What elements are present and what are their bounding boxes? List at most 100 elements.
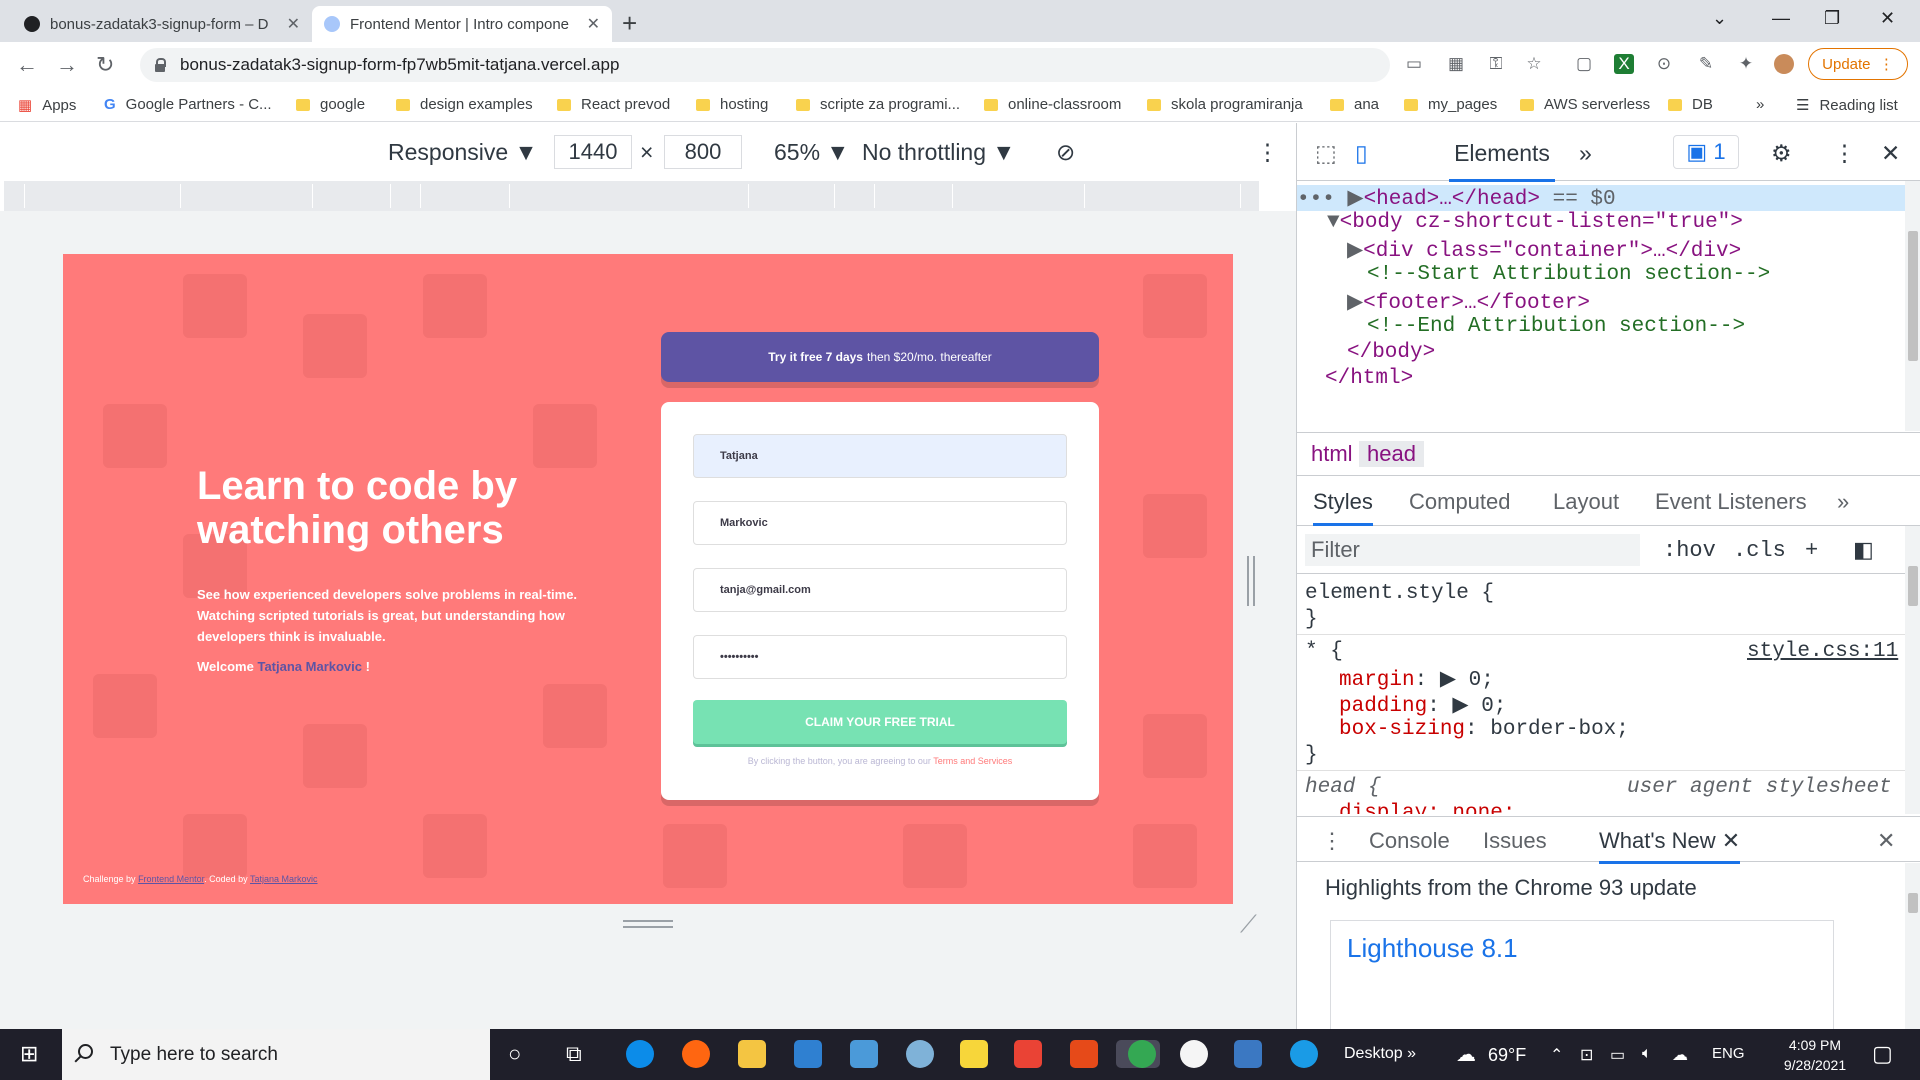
css-property-margin[interactable]: margin: ▶ 0;	[1339, 666, 1494, 692]
settings-gear-icon[interactable]: ⚙	[1771, 140, 1792, 167]
media-query-bar[interactable]	[4, 181, 1259, 211]
close-devtools-icon[interactable]: ✕	[1881, 140, 1900, 167]
gmail-icon[interactable]	[1014, 1040, 1042, 1068]
tab-whats-new[interactable]: What's New ✕	[1599, 828, 1741, 864]
tab-console[interactable]: Console	[1369, 828, 1450, 854]
desktop-toolbar[interactable]: Desktop »	[1344, 1045, 1416, 1063]
styles-scrollbar[interactable]	[1905, 526, 1920, 814]
photos-icon[interactable]	[1234, 1040, 1262, 1068]
maximize-icon[interactable]: ❐	[1824, 8, 1840, 29]
dom-node-html-close[interactable]: </html>	[1325, 367, 1413, 390]
mail-icon[interactable]	[850, 1040, 878, 1068]
rotate-icon[interactable]: ⊘	[1056, 139, 1075, 166]
new-tab-button[interactable]: +	[622, 8, 637, 39]
more-bookmarks-button[interactable]: »	[1756, 96, 1764, 113]
width-input[interactable]: 1440	[554, 135, 632, 169]
issues-badge[interactable]: ▣ 1	[1673, 135, 1739, 169]
bookmark-react-prevod[interactable]: React prevod	[557, 96, 670, 113]
vscode-icon[interactable]	[794, 1040, 822, 1068]
paint-icon[interactable]	[906, 1040, 934, 1068]
file-explorer-icon[interactable]	[738, 1040, 766, 1068]
browser-tab-signup[interactable]: bonus-zadatak3-signup-form – D ✕	[12, 6, 312, 42]
universal-selector[interactable]: * {	[1305, 640, 1343, 663]
css-property-display[interactable]: display: none;	[1339, 802, 1515, 814]
dom-node-footer[interactable]: ▶<footer>…</footer>	[1347, 289, 1590, 315]
frontend-mentor-link[interactable]: Frontend Mentor	[138, 874, 204, 884]
device-select[interactable]: Responsive ▼	[388, 139, 537, 166]
class-toggle[interactable]: .cls	[1733, 538, 1786, 563]
dom-comment-start[interactable]: <!--Start Attribution section-->	[1367, 263, 1770, 286]
device-toggle-icon[interactable]: ▯	[1355, 140, 1368, 167]
bookmark-google-partners[interactable]: G Google Partners - C...	[104, 96, 272, 113]
drawer-scrollbar[interactable]	[1905, 863, 1920, 1029]
height-input[interactable]: 800	[664, 135, 742, 169]
bookmark-my-pages[interactable]: my_pages	[1404, 96, 1497, 113]
skype-icon[interactable]	[1290, 1040, 1318, 1068]
drawer-menu-icon[interactable]: ⋮	[1321, 828, 1343, 854]
tab-elements[interactable]: Elements	[1449, 140, 1555, 182]
email-input[interactable]: tanja@gmail.com	[693, 568, 1067, 612]
tab-event-listeners[interactable]: Event Listeners	[1655, 489, 1807, 515]
extension-icon[interactable]: ▢	[1574, 54, 1594, 74]
tab-search-icon[interactable]: ⌄	[1712, 8, 1727, 29]
head-selector[interactable]: head {	[1305, 776, 1381, 799]
bookmark-scripte[interactable]: scripte za programi...	[796, 96, 960, 113]
bookmark-google[interactable]: google	[296, 96, 365, 113]
devtools-menu-icon[interactable]: ⋮	[1833, 140, 1856, 167]
close-tab-icon[interactable]: ✕	[587, 14, 600, 34]
task-view-icon[interactable]: ⧉	[566, 1041, 582, 1067]
dom-node-body[interactable]: ▼<body cz-shortcut-listen="true">	[1327, 211, 1743, 234]
browser-tab-frontend-mentor[interactable]: Frontend Mentor | Intro compone ✕	[312, 6, 612, 42]
more-style-tabs-button[interactable]: »	[1837, 489, 1849, 515]
forward-icon[interactable]: →	[56, 52, 78, 78]
throttling-select[interactable]: No throttling ▼	[862, 139, 1015, 166]
key-icon[interactable]: ⚿	[1486, 54, 1506, 74]
toggle-sidebar-icon[interactable]: ◧	[1853, 538, 1874, 564]
bookmark-skola-programiranja[interactable]: skola programiranja	[1147, 96, 1303, 113]
new-rule-button[interactable]: +	[1805, 538, 1818, 563]
breadcrumb-head[interactable]: head	[1359, 441, 1424, 467]
eyedropper-extension-icon[interactable]: ✎	[1696, 54, 1716, 74]
github-icon[interactable]	[1180, 1040, 1208, 1068]
more-options-icon[interactable]: ⋮	[1256, 139, 1279, 166]
edge-icon[interactable]	[626, 1040, 654, 1068]
firefox-icon[interactable]	[682, 1040, 710, 1068]
first-name-input[interactable]: Tatjana	[693, 434, 1067, 478]
system-clock[interactable]: 4:09 PM 9/28/2021	[1770, 1035, 1860, 1075]
weather-icon[interactable]: ☁	[1456, 1042, 1476, 1067]
temperature[interactable]: 69°F	[1488, 1045, 1526, 1066]
close-drawer-icon[interactable]: ✕	[1877, 828, 1895, 854]
address-bar[interactable]: bonus-zadatak3-signup-form-fp7wb5mit-tat…	[140, 48, 1390, 82]
battery-icon[interactable]: ▭	[1610, 1045, 1625, 1065]
claim-free-trial-button[interactable]: CLAIM YOUR FREE TRIAL	[693, 700, 1067, 744]
bookmark-star-icon[interactable]: ☆	[1524, 54, 1544, 74]
extensions-puzzle-icon[interactable]: ✦	[1736, 54, 1756, 74]
bookmark-online-classroom[interactable]: online-classroom	[984, 96, 1121, 113]
minimize-icon[interactable]: —	[1772, 8, 1790, 29]
css-property-box-sizing[interactable]: box-sizing: border-box;	[1339, 718, 1629, 741]
style-source-link[interactable]: style.css:11	[1747, 640, 1898, 663]
password-input[interactable]: ••••••••••	[693, 635, 1067, 679]
update-button[interactable]: Update ⋮	[1808, 48, 1908, 80]
chrome-icon[interactable]	[1128, 1040, 1156, 1068]
dom-node-head[interactable]: ••• ▶<head>…</head> == $0	[1297, 185, 1905, 211]
element-style-rule[interactable]: element.style {	[1305, 582, 1494, 605]
devtools-extension-icon[interactable]: ⊙	[1654, 54, 1674, 74]
tab-styles[interactable]: Styles	[1313, 489, 1373, 526]
more-tabs-button[interactable]: »	[1579, 140, 1592, 167]
windows-start-icon[interactable]: ⊞	[20, 1041, 38, 1067]
tab-layout[interactable]: Layout	[1553, 489, 1619, 515]
sticky-notes-icon[interactable]	[960, 1040, 988, 1068]
reading-list-button[interactable]: ☰ Reading list	[1796, 96, 1898, 115]
css-property-padding[interactable]: padding: ▶ 0;	[1339, 692, 1506, 718]
tab-issues[interactable]: Issues	[1483, 828, 1547, 854]
bookmark-design-examples[interactable]: design examples	[396, 96, 533, 113]
reload-icon[interactable]: ↻	[96, 52, 114, 78]
show-hidden-icons[interactable]: ⌃	[1550, 1045, 1563, 1065]
volume-icon[interactable]: 🔈︎	[1642, 1045, 1652, 1063]
styles-filter-input[interactable]: Filter	[1305, 534, 1640, 566]
notifications-icon[interactable]: ▢	[1872, 1041, 1893, 1067]
office-icon[interactable]	[1070, 1040, 1098, 1068]
profile-avatar[interactable]	[1774, 54, 1794, 74]
hover-state-toggle[interactable]: :hov	[1663, 538, 1716, 563]
